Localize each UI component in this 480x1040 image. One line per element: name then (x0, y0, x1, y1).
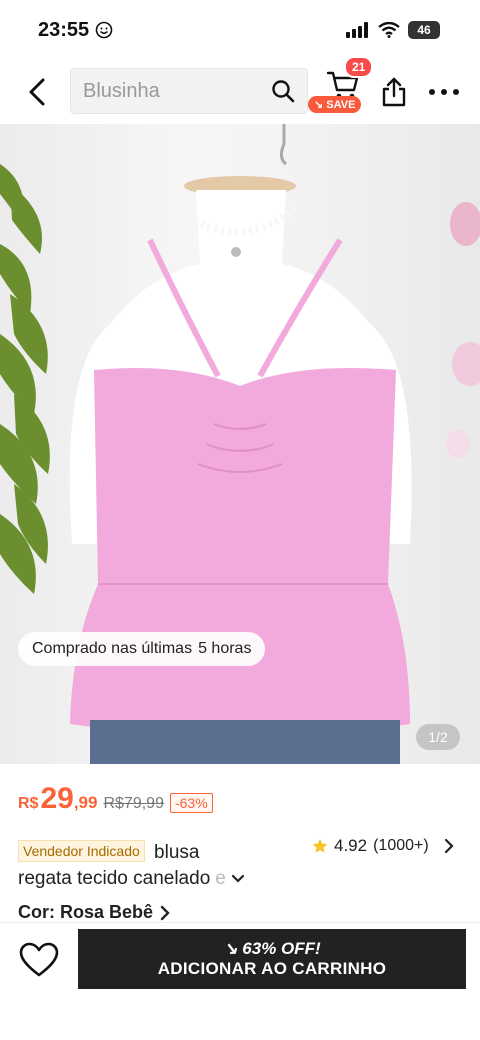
wifi-icon (378, 22, 400, 38)
heart-icon (19, 942, 59, 977)
title-line-1: blusa (154, 842, 200, 863)
star-icon (312, 838, 328, 853)
more-options-button[interactable] (424, 74, 464, 110)
search-box[interactable]: Blusinha (70, 68, 308, 114)
promo-text: 63% OFF! (242, 939, 321, 958)
product-image-gallery[interactable]: Comprado nas últimas 5 horas 1/2 (0, 124, 480, 764)
product-title[interactable]: Vendedor Indicado blusa regata tecido ca… (18, 840, 298, 892)
price-currency: R$ (18, 795, 39, 812)
discount-badge: -63% (169, 793, 213, 813)
search-input[interactable]: Blusinha (83, 80, 271, 103)
recent-purchase-toast: Comprado nas últimas 5 horas (18, 632, 266, 666)
image-page-indicator: 1/2 (416, 724, 460, 750)
rating-summary[interactable]: 4.92 (1000+) (312, 836, 455, 856)
back-button[interactable] (22, 74, 52, 110)
status-icons: 46 (346, 21, 440, 39)
color-selector[interactable]: Cor: Rosa Bebê (18, 902, 171, 923)
chevron-down-icon[interactable] (230, 873, 246, 885)
rating-value: 4.92 (334, 836, 368, 855)
product-photo (0, 124, 480, 764)
chevron-right-icon (444, 838, 454, 854)
title-fade-text: e (215, 868, 226, 889)
color-label: Cor: Rosa Bebê (18, 902, 154, 922)
add-to-cart-button[interactable]: ↘ 63% OFF! ADICIONAR AO CARRINHO (78, 929, 466, 989)
status-bar: 23:55 46 (0, 0, 480, 60)
price-decimal: ,99 (73, 793, 98, 812)
title-line-2: regata tecido canelado (18, 868, 211, 889)
share-icon (382, 77, 406, 107)
save-badge: ↘ SAVE (308, 96, 362, 113)
cart-button[interactable]: 21 ↘ SAVE (308, 56, 376, 120)
search-icon[interactable] (271, 79, 295, 103)
save-label: SAVE (326, 99, 356, 111)
seller-tag: Vendedor Indicado (18, 840, 145, 862)
price-row: R$ 29 ,99 R$79,99 -63% (18, 782, 213, 816)
chevron-left-icon (29, 78, 45, 106)
wishlist-button[interactable] (16, 937, 62, 983)
chevron-right-icon (160, 905, 170, 920)
more-icon (429, 89, 459, 95)
time-text: 23:55 (38, 18, 90, 41)
smiley-icon (95, 21, 113, 39)
rating-count: (1000+) (373, 837, 429, 854)
recent-purchase-hours: 5 horas (198, 640, 252, 657)
status-time: 23:55 (38, 19, 113, 42)
signal-icon (346, 22, 368, 38)
recent-purchase-text: Comprado nas últimas (32, 640, 193, 657)
price-integer: 29 (40, 782, 74, 815)
promo-line: ↘ 63% OFF! (223, 939, 321, 958)
cart-count-badge: 21 (344, 56, 374, 78)
battery-icon: 46 (408, 21, 440, 39)
original-price: R$79,99 (103, 795, 164, 812)
top-nav: Blusinha 21 ↘ SAVE (0, 56, 480, 122)
add-to-cart-label: ADICIONAR AO CARRINHO (157, 959, 387, 978)
share-button[interactable] (376, 74, 412, 110)
bottom-action-bar: ↘ 63% OFF! ADICIONAR AO CARRINHO (0, 922, 480, 1040)
